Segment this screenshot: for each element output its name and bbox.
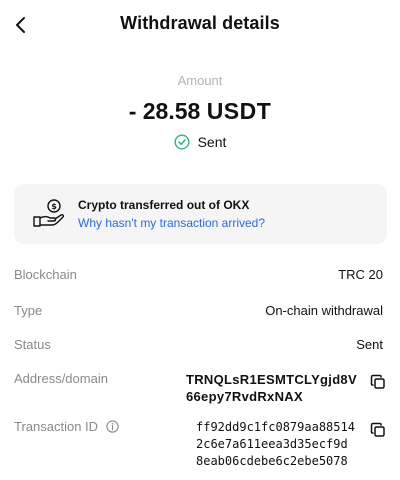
transfer-notice-card: $ Crypto transferred out of OKX Why hasn… xyxy=(14,184,387,244)
amount-value-group: - 28.58 USDT xyxy=(0,98,400,125)
copy-txid-icon[interactable] xyxy=(369,421,387,439)
status-indicator: Sent xyxy=(0,134,400,150)
copy-address-icon[interactable] xyxy=(369,373,387,391)
address-line-2: 66epy7RvdRxNAX xyxy=(186,389,303,404)
blockchain-label: Blockchain xyxy=(14,267,77,282)
type-label: Type xyxy=(14,303,43,318)
type-value: On-chain withdrawal xyxy=(265,303,383,318)
txid-line-3: 8eab06cdebe6c2ebe5078 xyxy=(196,454,348,468)
status-text: Sent xyxy=(197,134,227,150)
status-label: Status xyxy=(14,337,51,352)
transaction-id-value: ff92dd9c1fc0879aa88514 2c6e7a611eea3d35e… xyxy=(196,419,355,470)
address-row: Address/domain TRNQLsR1ESMTCLYgjd8V 66ep… xyxy=(14,371,386,405)
txid-line-2: 2c6e7a611eea3d35ecf9d xyxy=(196,437,348,451)
info-icon[interactable] xyxy=(106,420,119,433)
transaction-id-row: Transaction ID ff92dd9c1fc0879aa88514 2c… xyxy=(14,419,386,471)
notice-title: Crypto transferred out of OKX xyxy=(78,198,250,212)
status-value: Sent xyxy=(356,337,383,352)
transaction-id-label: Transaction ID xyxy=(14,419,99,434)
amount-value: - 28.58 xyxy=(128,98,201,124)
page-title: Withdrawal details xyxy=(120,13,280,33)
address-line-1: TRNQLsR1ESMTCLYgjd8V xyxy=(186,372,357,387)
header: Withdrawal details xyxy=(0,0,400,50)
transaction-id-label-group: Transaction ID xyxy=(14,419,119,434)
hand-coin-icon: $ xyxy=(33,199,65,227)
transaction-help-link[interactable]: Why hasn't my transaction arrived? xyxy=(78,216,265,230)
blockchain-value: TRC 20 xyxy=(338,267,383,282)
address-label: Address/domain xyxy=(14,371,108,386)
txid-line-1: ff92dd9c1fc0879aa88514 xyxy=(196,420,355,434)
address-value: TRNQLsR1ESMTCLYgjd8V 66epy7RvdRxNAX xyxy=(186,371,357,405)
check-circle-icon xyxy=(174,134,190,150)
amount-label: Amount xyxy=(177,73,223,88)
currency: USDT xyxy=(206,98,272,124)
svg-text:$: $ xyxy=(51,202,57,211)
